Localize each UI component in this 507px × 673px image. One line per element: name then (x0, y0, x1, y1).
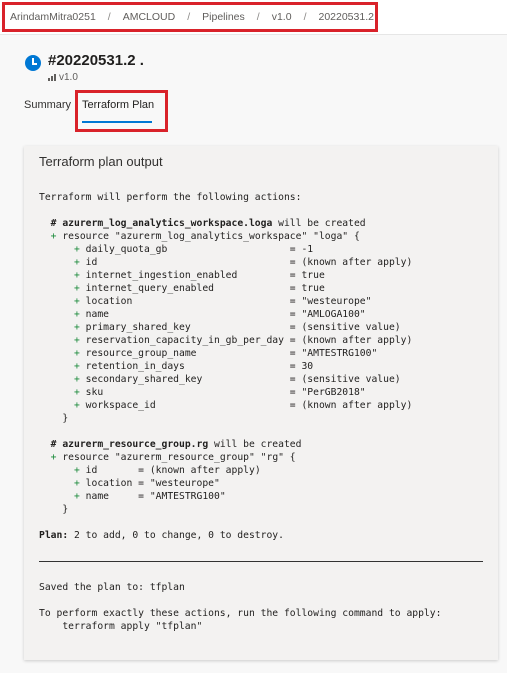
resource-attribute: + internet_ingestion_enabled = true (74, 270, 325, 281)
tab-terraform-plan[interactable]: Terraform Plan (82, 99, 154, 111)
tab-summary[interactable]: Summary (24, 99, 71, 111)
pipeline-icon (48, 74, 57, 81)
resource-attribute: + resource_group_name = "AMTESTRG100" (74, 348, 378, 359)
resource-close: } (39, 413, 69, 424)
resource-attribute: + location = "westeurope" (74, 478, 220, 489)
plan-summary: Plan: 2 to add, 0 to change, 0 to destro… (39, 530, 284, 541)
clock-icon (25, 55, 41, 71)
resource-attribute: + location = "westeurope" (74, 296, 372, 307)
breadcrumb-pipelines[interactable]: Pipelines (202, 11, 245, 23)
resource-attribute: + retention_in_days = 30 (74, 361, 314, 372)
breadcrumb-run[interactable]: 20220531.2 (318, 11, 373, 23)
breadcrumb-separator: / (256, 11, 260, 23)
apply-command: terraform apply "tfplan" (39, 621, 203, 632)
breadcrumb: ArindamMitra0251 / AMCLOUD / Pipelines /… (2, 2, 378, 32)
divider (39, 561, 483, 562)
breadcrumb-separator: / (107, 11, 111, 23)
resource-attribute: + name = "AMTESTRG100" (74, 491, 226, 502)
resource-attribute: + sku = "PerGB2018" (74, 387, 366, 398)
top-bar: ArindamMitra0251 / AMCLOUD / Pipelines /… (0, 0, 507, 35)
resource-declaration: + resource "azurerm_resource_group" "rg"… (50, 452, 296, 463)
run-title: #20220531.2 . (48, 52, 144, 69)
breadcrumb-separator: / (303, 11, 307, 23)
resource-attribute: + primary_shared_key = (sensitive value) (74, 322, 401, 333)
resource-comment: # azurerm_log_analytics_workspace.loga w… (39, 218, 366, 229)
breadcrumb-org[interactable]: ArindamMitra0251 (10, 11, 96, 23)
run-pipeline[interactable]: v1.0 (48, 72, 78, 83)
active-tab-indicator (82, 121, 152, 123)
breadcrumb-project[interactable]: AMCLOUD (123, 11, 176, 23)
resource-attribute: + name = "AMLOGA100" (74, 309, 366, 320)
resource-attribute: + secondary_shared_key = (sensitive valu… (74, 374, 401, 385)
resource-comment: # azurerm_resource_group.rg will be crea… (39, 439, 302, 450)
resource-attribute: + workspace_id = (known after apply) (74, 400, 413, 411)
resource-close: } (39, 504, 69, 515)
resource-attribute: + reservation_capacity_in_gb_per_day = (… (74, 335, 413, 346)
resource-attribute: + internet_query_enabled = true (74, 283, 325, 294)
resource-attribute: + id = (known after apply) (74, 465, 261, 476)
resource-attribute: + id = (known after apply) (74, 257, 413, 268)
output-intro: Terraform will perform the following act… (39, 192, 302, 203)
breadcrumb-pipeline[interactable]: v1.0 (272, 11, 292, 23)
tab-highlight-box (75, 90, 168, 132)
run-pipeline-label: v1.0 (59, 72, 78, 83)
plan-output: Terraform will perform the following act… (39, 191, 483, 633)
resource-attribute: + daily_quota_gb = -1 (74, 244, 314, 255)
terraform-plan-panel: Terraform plan output Terraform will per… (24, 146, 498, 660)
breadcrumb-separator: / (187, 11, 191, 23)
panel-title: Terraform plan output (39, 154, 163, 169)
apply-instructions: To perform exactly these actions, run th… (39, 608, 442, 619)
resource-declaration: + resource "azurerm_log_analytics_worksp… (50, 231, 360, 242)
saved-plan-text: Saved the plan to: tfplan (39, 582, 185, 593)
